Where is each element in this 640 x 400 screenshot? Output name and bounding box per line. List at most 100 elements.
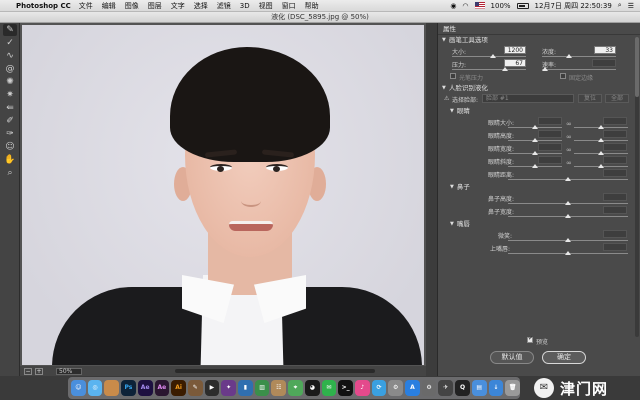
photos-icon[interactable] xyxy=(104,380,120,396)
settings-icon[interactable]: ⚙ xyxy=(388,380,404,396)
video-app-icon[interactable]: ▶ xyxy=(204,380,220,396)
maps-icon[interactable]: ⌖ xyxy=(288,380,303,396)
app-menu[interactable]: Photoshop CC xyxy=(16,2,71,10)
pressure-slider-track[interactable] xyxy=(452,69,526,70)
quicktime-icon[interactable]: Q xyxy=(455,380,470,396)
face-tool-icon[interactable]: ☺ xyxy=(3,141,17,153)
eye-width-left-field[interactable] xyxy=(538,143,562,151)
select-face-dropdown[interactable]: 脸部 #1 xyxy=(482,94,574,103)
wechat-icon[interactable]: ✉ xyxy=(321,380,337,396)
zoom-out-button[interactable]: − xyxy=(24,367,32,375)
system-preferences-icon[interactable]: ⚙ xyxy=(421,380,437,396)
illustrator-icon[interactable]: Ai xyxy=(171,380,186,396)
mouth-header[interactable]: ▼ 嘴唇 xyxy=(438,219,640,230)
all-button[interactable]: 全部 xyxy=(605,94,629,103)
launchpad-icon[interactable]: ✈ xyxy=(438,380,454,396)
trash-icon[interactable]: 🗑 xyxy=(505,380,520,396)
eye-height-right-knob[interactable] xyxy=(598,138,604,142)
pin-edges-checkbox[interactable] xyxy=(560,73,566,79)
density-slider-knob[interactable] xyxy=(566,54,572,58)
size-field[interactable]: 1200 xyxy=(504,46,526,54)
menu-image[interactable]: 图像 xyxy=(125,1,139,11)
forward-warp-tool-icon[interactable]: ✎ xyxy=(3,24,17,36)
density-field[interactable]: 33 xyxy=(594,46,616,54)
bars-app-icon[interactable]: ▮ xyxy=(238,380,253,396)
qq-icon[interactable]: ◕ xyxy=(304,380,320,396)
nose-height-field[interactable] xyxy=(603,193,627,201)
terminal-icon[interactable]: >_ xyxy=(338,380,353,396)
menu-layer[interactable]: 图层 xyxy=(148,1,162,11)
face-aware-header[interactable]: ▼ 人脸识别液化 xyxy=(438,83,640,94)
twirl-tool-icon[interactable]: @ xyxy=(3,63,17,75)
eye-size-right-knob[interactable] xyxy=(598,125,604,129)
default-button[interactable]: 默认值 xyxy=(490,351,534,364)
eye-tilt-right-field[interactable] xyxy=(603,156,627,164)
rate-slider-track[interactable] xyxy=(542,69,616,70)
photoshop-icon[interactable]: Ps xyxy=(121,380,136,396)
eyes-header[interactable]: ▼ 眼睛 xyxy=(438,106,640,117)
contacts-icon[interactable]: ☷ xyxy=(271,380,287,396)
zoom-in-button[interactable]: + xyxy=(35,367,43,375)
eye-size-left-field[interactable] xyxy=(538,117,562,125)
thaw-mask-tool-icon[interactable]: ✑ xyxy=(3,128,17,140)
brush-options-header[interactable]: ▼ 画笔工具选项 xyxy=(438,35,640,46)
eye-width-left-knob[interactable] xyxy=(532,151,538,155)
push-left-tool-icon[interactable]: ⇚ xyxy=(3,102,17,114)
eye-distance-knob[interactable] xyxy=(565,177,571,181)
finder-icon[interactable]: ☺ xyxy=(71,380,86,396)
eye-tilt-left-field[interactable] xyxy=(538,156,562,164)
nose-width-knob[interactable] xyxy=(565,214,571,218)
menu-window[interactable]: 窗口 xyxy=(282,1,296,11)
safari-icon[interactable]: ◎ xyxy=(87,380,103,396)
rate-slider-knob[interactable] xyxy=(542,67,548,71)
link-icon[interactable]: ∞ xyxy=(566,133,572,141)
panel-scrollbar-thumb[interactable] xyxy=(635,37,639,97)
menu-view[interactable]: 视图 xyxy=(259,1,273,11)
link-icon[interactable]: ∞ xyxy=(566,159,572,167)
ok-button[interactable]: 确定 xyxy=(542,351,586,364)
chart-app-icon[interactable]: ▥ xyxy=(254,380,270,396)
nose-header[interactable]: ▼ 鼻子 xyxy=(438,182,640,193)
eye-size-left-knob[interactable] xyxy=(532,125,538,129)
canvas-area[interactable] xyxy=(20,23,426,366)
finder-window-icon[interactable]: ▤ xyxy=(471,380,487,396)
zoom-tool-icon[interactable]: ⌕ xyxy=(3,167,17,179)
itunes-icon[interactable]: ♪ xyxy=(354,380,370,396)
eye-distance-field[interactable] xyxy=(603,169,627,177)
pucker-tool-icon[interactable]: ✺ xyxy=(3,76,17,88)
eye-width-right-knob[interactable] xyxy=(598,151,604,155)
link-icon[interactable]: ∞ xyxy=(566,120,572,128)
upper-lip-field[interactable] xyxy=(603,243,627,251)
freeze-mask-tool-icon[interactable]: ✐ xyxy=(3,115,17,127)
menu-help[interactable]: 帮助 xyxy=(305,1,319,11)
size-slider-track[interactable] xyxy=(452,56,526,57)
menu-edit[interactable]: 编辑 xyxy=(102,1,116,11)
battery-icon[interactable] xyxy=(516,2,529,9)
rate-field[interactable] xyxy=(592,59,616,67)
smile-knob[interactable] xyxy=(565,238,571,242)
menu-list-icon[interactable]: ☰ xyxy=(628,2,634,10)
nose-height-knob[interactable] xyxy=(565,201,571,205)
menu-type[interactable]: 文字 xyxy=(171,1,185,11)
animate-icon[interactable]: Ae xyxy=(154,380,170,396)
reset-button[interactable]: 复位 xyxy=(578,94,602,103)
eye-tilt-left-knob[interactable] xyxy=(532,164,538,168)
nose-width-field[interactable] xyxy=(603,206,627,214)
smile-field[interactable] xyxy=(603,230,627,238)
eye-tilt-right-knob[interactable] xyxy=(598,164,604,168)
search-icon[interactable]: ⌕ xyxy=(618,1,622,10)
pressure-slider-knob[interactable] xyxy=(502,67,508,71)
light-pressure-checkbox[interactable] xyxy=(450,73,456,79)
size-slider-knob[interactable] xyxy=(490,54,496,58)
sync-icon[interactable]: ⟳ xyxy=(371,380,387,396)
menu-select[interactable]: 选择 xyxy=(194,1,208,11)
link-icon[interactable]: ∞ xyxy=(566,146,572,154)
movie-app-icon[interactable]: ✦ xyxy=(221,380,237,396)
bloat-tool-icon[interactable]: ✷ xyxy=(3,89,17,101)
eye-size-right-field[interactable] xyxy=(603,117,627,125)
portrait-photo[interactable] xyxy=(22,25,424,365)
wifi-icon[interactable]: ◠ xyxy=(462,2,468,10)
eye-height-left-knob[interactable] xyxy=(532,138,538,142)
script-editor-icon[interactable]: ✎ xyxy=(187,380,203,396)
menu-filter[interactable]: 滤镜 xyxy=(217,1,231,11)
